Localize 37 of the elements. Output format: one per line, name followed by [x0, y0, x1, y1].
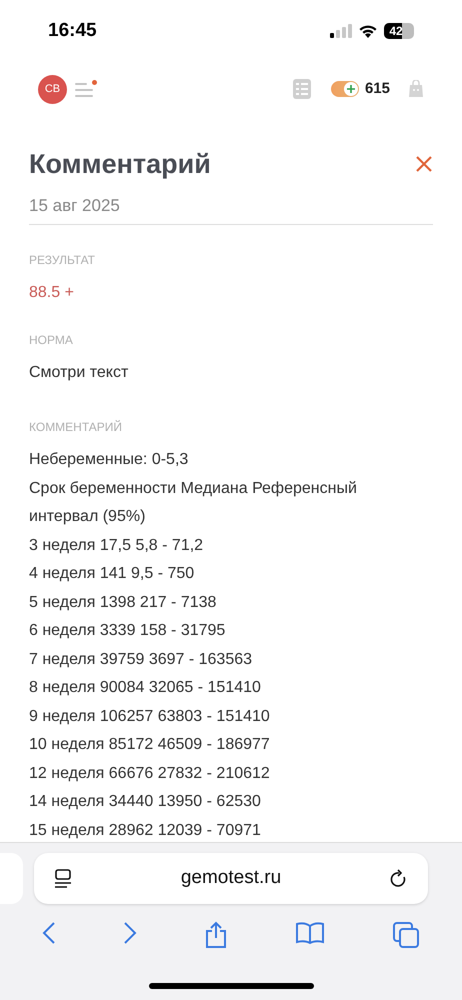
comment-line: 4 неделя 141 9,5 - 750: [29, 564, 196, 584]
back-icon[interactable]: [42, 921, 56, 945]
comment-line: 7 неделя 39759 3697 - 163563: [29, 650, 254, 670]
wifi-icon: [358, 24, 378, 38]
section-value: Смотри текст: [29, 363, 130, 383]
comment-line: 3 неделя 17,5 5,8 - 71,2: [29, 536, 204, 556]
result-date: 15 авг 2025: [29, 194, 121, 216]
section-label: НОРМА: [29, 332, 74, 349]
section-value: 88.5 +: [29, 283, 75, 303]
points-toggle-icon[interactable]: [330, 81, 359, 97]
share-icon[interactable]: [204, 921, 228, 949]
address-bar[interactable]: gemotest.ru: [34, 853, 428, 904]
comment-line: 8 неделя 90084 32065 - 151410: [29, 678, 262, 698]
close-icon[interactable]: [416, 156, 432, 172]
avatar[interactable]: СВ: [38, 74, 67, 104]
url-text: gemotest.ru: [180, 866, 282, 890]
clock-time: 16:45: [48, 18, 97, 43]
comment-line: Небеременные: 0-5,3: [29, 450, 190, 470]
section-label: КОММЕНТАРИЙ: [29, 419, 124, 436]
comment-line: 9 неделя 106257 63803 - 151410: [29, 706, 271, 726]
tabs-icon[interactable]: [392, 921, 420, 949]
comment-line: 5 неделя 1398 217 - 7138: [29, 592, 218, 612]
forward-icon[interactable]: [122, 921, 137, 945]
reload-icon[interactable]: [390, 868, 408, 888]
points-count: 615: [364, 78, 390, 99]
comment-line: 10 неделя 85172 46509 - 186977: [29, 735, 271, 755]
comment-line: 15 неделя 28962 12039 - 70971: [29, 820, 262, 840]
signal-icon: [330, 24, 352, 38]
page-menu-icon[interactable]: [54, 868, 72, 888]
comment-line: Срок беременности Медиана Референсный интервал (95%): [29, 478, 358, 527]
comment-line: 6 неделя 3339 158 - 31795: [29, 621, 226, 641]
comment-line: 12 неделя 66676 27832 - 210612: [29, 764, 271, 784]
section-label: РЕЗУЛЬТАТ: [29, 252, 96, 269]
book-icon[interactable]: [295, 921, 326, 945]
comment-line: 14 неделя 34440 13950 - 62530: [29, 792, 262, 812]
page-title: Комментарий: [29, 148, 211, 181]
menu-icon[interactable]: [75, 80, 97, 98]
